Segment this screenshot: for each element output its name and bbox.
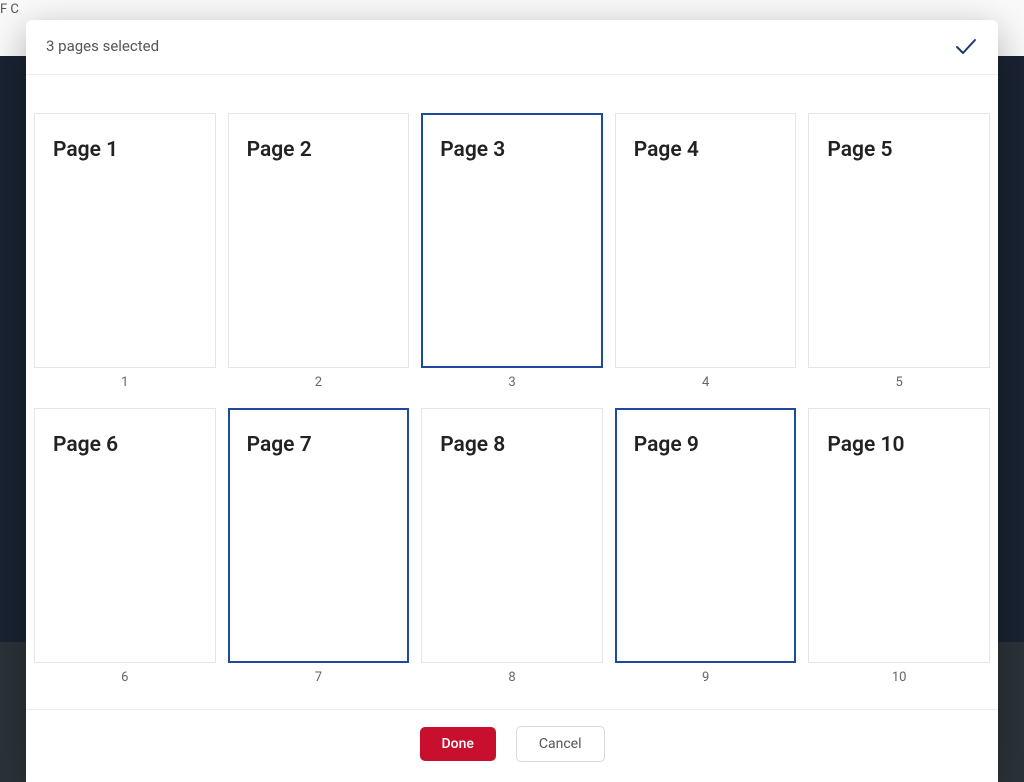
page-number-label: 6: [121, 670, 128, 685]
page-thumbnail[interactable]: Page 10: [808, 408, 990, 663]
page-item[interactable]: Page 1 1: [34, 113, 216, 390]
page-item[interactable]: Page 9 9: [615, 408, 797, 685]
modal-header: 3 pages selected: [26, 20, 998, 75]
page-item[interactable]: Page 6 6: [34, 408, 216, 685]
page-thumbnail-label: Page 8: [440, 433, 584, 457]
page-item[interactable]: Page 2 2: [228, 113, 410, 390]
page-thumbnail-label: Page 2: [247, 138, 391, 162]
pages-grid: Page 11Page 22Page 33Page 44Page 55Page …: [34, 113, 990, 685]
modal-footer: Done Cancel: [26, 709, 998, 782]
selection-count-label: 3 pages selected: [46, 37, 159, 55]
modal-body: Page 11Page 22Page 33Page 44Page 55Page …: [26, 75, 998, 709]
page-number-label: 9: [702, 670, 709, 685]
page-number-label: 4: [702, 375, 709, 390]
page-number-label: 10: [892, 670, 907, 685]
page-thumbnail-label: Page 7: [247, 433, 391, 457]
page-item[interactable]: Page 5 5: [808, 113, 990, 390]
page-thumbnail-label: Page 6: [53, 433, 197, 457]
done-button[interactable]: Done: [420, 727, 496, 761]
page-thumbnail-label: Page 3: [440, 138, 584, 162]
page-thumbnail[interactable]: Page 8: [421, 408, 603, 663]
page-item[interactable]: Page 8 8: [421, 408, 603, 685]
page-thumbnail[interactable]: Page 7: [228, 408, 410, 663]
page-thumbnail[interactable]: Page 9: [615, 408, 797, 663]
page-item[interactable]: Page 10 10: [808, 408, 990, 685]
page-thumbnail-label: Page 10: [827, 433, 971, 457]
page-thumbnail[interactable]: Page 1: [34, 113, 216, 368]
cancel-button[interactable]: Cancel: [516, 726, 605, 762]
page-thumbnail-label: Page 9: [634, 433, 778, 457]
page-thumbnail[interactable]: Page 4: [615, 113, 797, 368]
page-thumbnail-label: Page 4: [634, 138, 778, 162]
page-number-label: 8: [508, 670, 515, 685]
page-selection-modal: 3 pages selected Page 11Page 22Page 33Pa…: [26, 20, 998, 782]
page-number-label: 5: [896, 375, 903, 390]
page-thumbnail[interactable]: Page 5: [808, 113, 990, 368]
page-item[interactable]: Page 7 7: [228, 408, 410, 685]
page-thumbnail[interactable]: Page 6: [34, 408, 216, 663]
background-header-text: F C: [0, 2, 19, 17]
page-thumbnail[interactable]: Page 2: [228, 113, 410, 368]
page-number-label: 2: [315, 375, 322, 390]
page-thumbnail-label: Page 1: [53, 138, 197, 162]
page-thumbnail[interactable]: Page 3: [421, 113, 603, 368]
page-number-label: 7: [315, 670, 322, 685]
page-number-label: 1: [121, 375, 128, 390]
page-item[interactable]: Page 4 4: [615, 113, 797, 390]
confirm-check-icon[interactable]: [954, 34, 978, 58]
page-item[interactable]: Page 3 3: [421, 113, 603, 390]
page-thumbnail-label: Page 5: [827, 138, 971, 162]
page-number-label: 3: [508, 375, 515, 390]
